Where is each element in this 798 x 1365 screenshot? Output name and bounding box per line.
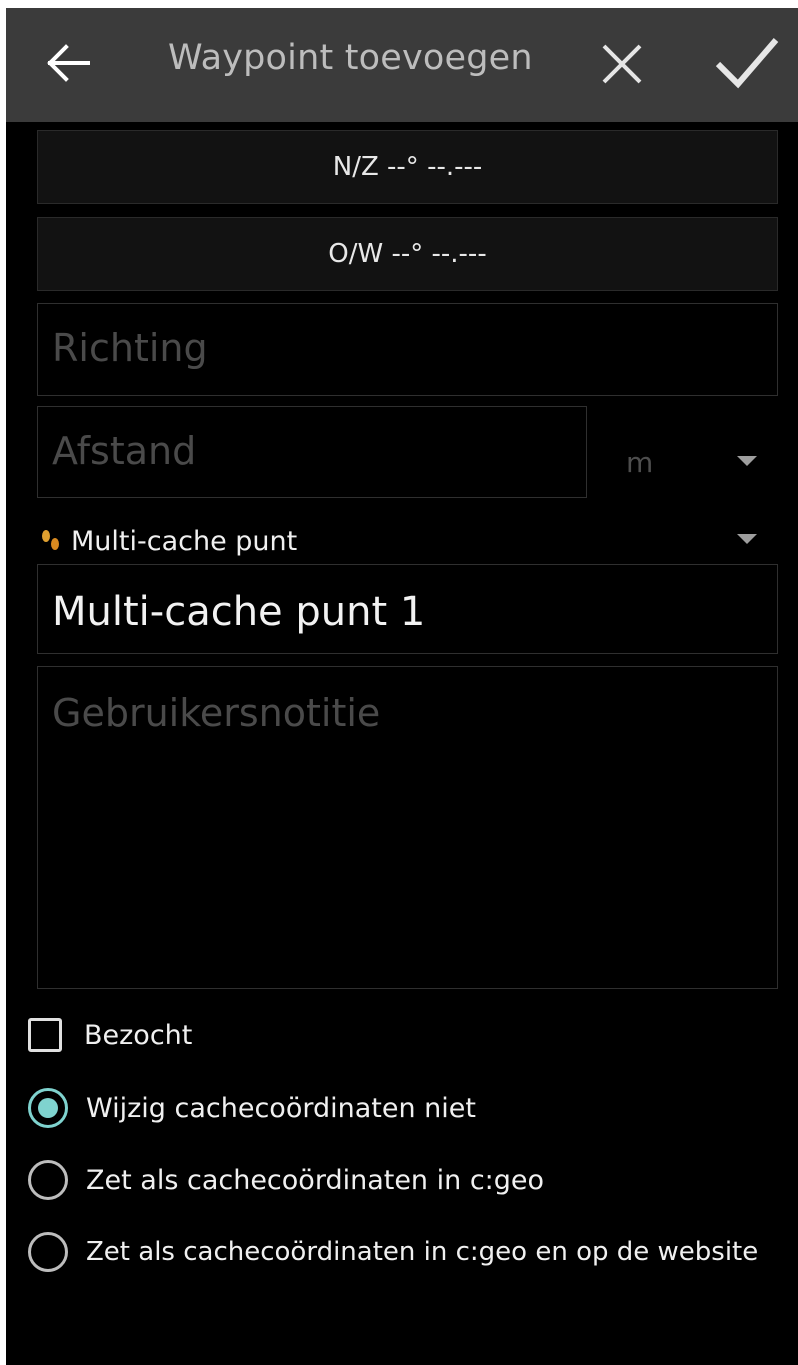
radio-unselected[interactable] [28,1160,68,1200]
waypoint-type-label: Multi-cache punt [71,525,298,557]
latitude-button[interactable]: N/Z --° --.--- [37,130,778,204]
visited-label: Bezocht [84,1019,193,1051]
radio-unselected[interactable] [28,1232,68,1272]
footprints-icon [42,530,59,550]
latitude-value: N/Z --° --.--- [332,152,483,182]
page-title: Waypoint toevoegen [168,38,533,78]
app-bar: Waypoint toevoegen [6,8,798,122]
visited-checkbox[interactable] [28,1018,62,1052]
user-note-input[interactable]: Gebruikersnotitie [37,666,778,989]
radio-selected[interactable] [28,1088,68,1128]
longitude-button[interactable]: O/W --° --.--- [37,217,778,291]
option-label: Wijzig cachecoördinaten niet [86,1092,476,1124]
chevron-down-icon [737,456,757,466]
waypoint-type-select[interactable]: Multi-cache punt [37,521,297,561]
direction-placeholder: Richting [52,326,208,370]
longitude-value: O/W --° --.--- [328,239,487,269]
user-note-placeholder: Gebruikersnotitie [52,691,381,735]
option-label: Zet als cachecoördinaten in c:geo [86,1164,545,1196]
waypoint-name-value: Multi-cache punt 1 [52,589,426,635]
waypoint-name-input[interactable]: Multi-cache punt 1 [37,564,778,654]
distance-placeholder: Afstand [52,429,197,473]
option-keep-coordinates[interactable]: Wijzig cachecoördinaten niet [28,1088,476,1128]
option-set-cgeo[interactable]: Zet als cachecoördinaten in c:geo [28,1160,544,1200]
direction-input[interactable]: Richting [37,303,778,396]
close-icon[interactable] [596,38,648,90]
screen: Waypoint toevoegen N/Z --° --.--- O/W --… [6,8,798,1365]
chevron-down-icon[interactable] [737,534,757,544]
distance-input[interactable]: Afstand [37,406,587,498]
visited-checkbox-row[interactable]: Bezocht [28,1018,192,1052]
option-label: Zet als cachecoördinaten in c:geo en op … [86,1237,759,1267]
check-icon[interactable] [714,32,780,92]
arrow-left-icon[interactable] [44,36,94,90]
option-set-cgeo-and-website[interactable]: Zet als cachecoördinaten in c:geo en op … [28,1232,758,1272]
distance-unit: m [626,446,654,479]
